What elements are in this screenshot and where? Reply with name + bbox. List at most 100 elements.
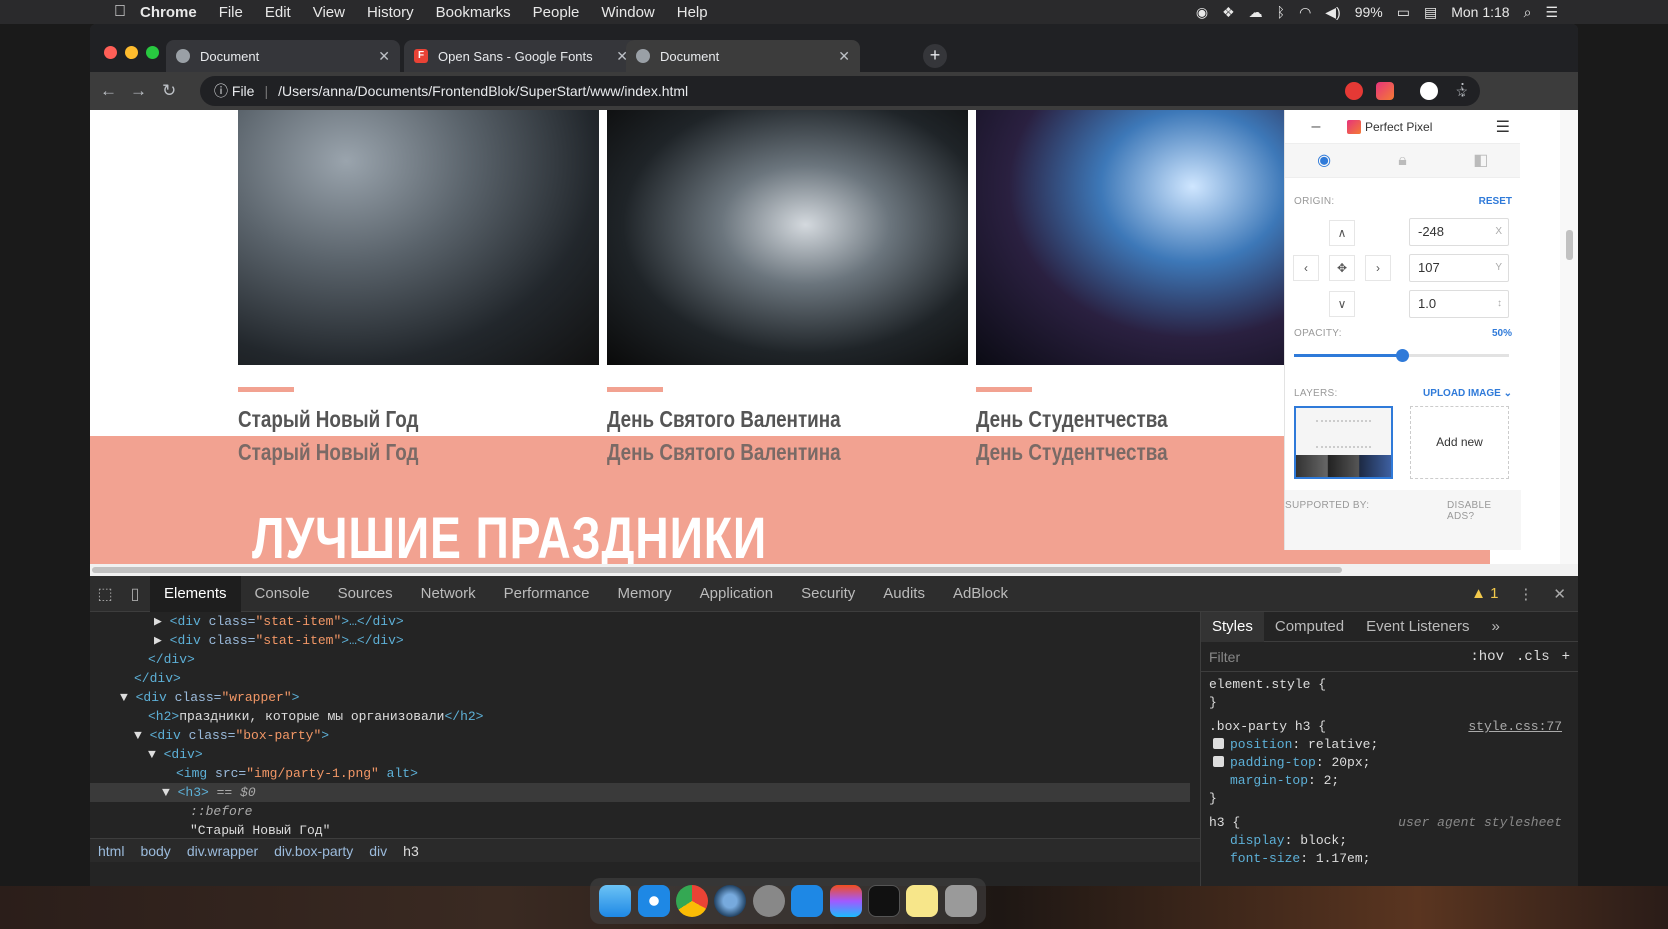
lock-icon[interactable]: 🔒︎: [1363, 144, 1441, 177]
chrome-icon[interactable]: [675, 885, 708, 917]
tab-document-active[interactable]: Document ✕: [626, 40, 860, 72]
add-new-layer-button[interactable]: Add new: [1410, 406, 1509, 479]
tab-console[interactable]: Console: [241, 576, 324, 612]
menu-view[interactable]: View: [313, 4, 345, 21]
more-options-icon[interactable]: ⋮: [1518, 585, 1533, 603]
crumb-div[interactable]: div: [369, 843, 387, 859]
address-bar[interactable]: ⓘ File | /Users/anna/Documents/FrontendB…: [200, 76, 1480, 106]
more-tabs-icon[interactable]: »: [1480, 612, 1510, 642]
flag-icon[interactable]: ▤: [1424, 4, 1437, 21]
dom-node-line[interactable]: ▼ <div class="wrapper">: [90, 688, 1190, 707]
wifi-icon[interactable]: ◠: [1299, 4, 1311, 21]
css-prop-padding-top[interactable]: padding-top: 20px;: [1209, 754, 1570, 772]
crumb-h3[interactable]: h3: [403, 843, 419, 859]
close-tab-icon[interactable]: ✕: [838, 48, 850, 65]
css-prop-position[interactable]: position: relative;: [1209, 736, 1570, 754]
profile-avatar[interactable]: [1420, 82, 1438, 100]
vscode-icon[interactable]: [791, 885, 824, 917]
dropbox-icon[interactable]: ❖: [1222, 4, 1235, 21]
opacity-slider[interactable]: [1294, 349, 1509, 362]
upload-image-link[interactable]: UPLOAD IMAGE ⌄: [1423, 388, 1512, 399]
dom-node-line[interactable]: ▶ <div class="stat-item">…</div>: [90, 631, 1190, 650]
crumb-html[interactable]: html: [98, 843, 124, 859]
back-icon[interactable]: ←: [100, 81, 117, 101]
tab-network[interactable]: Network: [407, 576, 490, 612]
dom-node-line[interactable]: "Старый Новый Год": [90, 821, 1190, 838]
tab-google-fonts[interactable]: F Open Sans - Google Fonts ✕: [404, 40, 638, 72]
menu-app[interactable]: Chrome: [140, 4, 197, 21]
tab-computed[interactable]: Computed: [1264, 612, 1355, 642]
vertical-scrollbar[interactable]: [1560, 110, 1578, 564]
invert-icon[interactable]: ◧: [1442, 144, 1520, 177]
checkbox-icon[interactable]: [1213, 738, 1224, 749]
tab-elements[interactable]: Elements: [150, 575, 241, 612]
record-icon[interactable]: ◉: [1196, 4, 1208, 21]
figma-icon[interactable]: [829, 885, 862, 917]
dom-node-line[interactable]: ▼ <div class="box-party">: [90, 726, 1190, 745]
dom-node-line[interactable]: <h2>праздники, которые мы организовали</…: [90, 707, 1190, 726]
move-right-button[interactable]: ›: [1365, 255, 1391, 281]
tab-event-listeners[interactable]: Event Listeners: [1355, 612, 1480, 642]
origin-y-field[interactable]: 107 Y: [1409, 254, 1509, 282]
terminal-icon[interactable]: [867, 885, 900, 917]
tab-audits[interactable]: Audits: [869, 576, 939, 612]
bluetooth-icon[interactable]: ᛒ: [1277, 4, 1285, 20]
styles-filter-input[interactable]: Filter: [1209, 649, 1240, 665]
tab-performance[interactable]: Performance: [490, 576, 604, 612]
reset-link[interactable]: RESET: [1479, 196, 1512, 207]
system-preferences-icon[interactable]: [752, 885, 785, 917]
crumb-div-box-party[interactable]: div.box-party: [274, 843, 353, 859]
chrome-canary-icon[interactable]: [714, 885, 747, 917]
move-up-button[interactable]: ∧: [1329, 220, 1355, 246]
tab-document-1[interactable]: Document ✕: [166, 40, 400, 72]
checkbox-icon[interactable]: [1213, 756, 1224, 767]
vertical-scrollbar-thumb[interactable]: [1566, 230, 1573, 260]
move-left-button[interactable]: ‹: [1293, 255, 1319, 281]
tab-application[interactable]: Application: [686, 576, 787, 612]
dom-node-line[interactable]: </div>: [90, 650, 1190, 669]
disable-ads-link[interactable]: DISABLE ADS?: [1447, 500, 1520, 522]
info-icon[interactable]: ⓘ: [214, 81, 232, 101]
notes-icon[interactable]: [906, 885, 939, 917]
adblock-extension-icon[interactable]: [1345, 82, 1363, 100]
tab-security[interactable]: Security: [787, 576, 869, 612]
horizontal-scrollbar-thumb[interactable]: [92, 567, 1342, 573]
move-down-button[interactable]: ∨: [1329, 291, 1355, 317]
menu-help[interactable]: Help: [677, 4, 708, 21]
crumb-body[interactable]: body: [140, 843, 170, 859]
trash-icon[interactable]: [944, 885, 977, 917]
menu-edit[interactable]: Edit: [265, 4, 291, 21]
close-devtools-icon[interactable]: ✕: [1553, 585, 1566, 603]
crumb-div-wrapper[interactable]: div.wrapper: [187, 843, 258, 859]
new-style-rule-icon[interactable]: +: [1562, 649, 1570, 665]
clock[interactable]: Mon 1:18: [1451, 4, 1509, 20]
menu-window[interactable]: Window: [601, 4, 654, 21]
horizontal-scrollbar[interactable]: [90, 564, 1578, 576]
dom-node-line[interactable]: ▶ <div class="stat-item">…</div>: [90, 612, 1190, 631]
tab-styles[interactable]: Styles: [1201, 611, 1264, 642]
css-prop-margin-top[interactable]: margin-top: 2;: [1209, 772, 1570, 790]
device-toolbar-icon[interactable]: ▯: [120, 584, 150, 604]
layer-thumbnail[interactable]: [1294, 406, 1393, 479]
scale-field[interactable]: 1.0 ↕: [1409, 290, 1509, 318]
inspect-element-icon[interactable]: ⬚: [90, 584, 120, 604]
rule-source-link[interactable]: style.css:77: [1468, 718, 1562, 736]
menu-file[interactable]: File: [219, 4, 243, 21]
close-window-button[interactable]: [104, 46, 117, 59]
zoom-window-button[interactable]: [146, 46, 159, 59]
opacity-slider-knob[interactable]: [1395, 349, 1409, 362]
reload-icon[interactable]: ↻: [162, 81, 176, 101]
battery-level[interactable]: 99%: [1355, 4, 1383, 20]
finder-icon[interactable]: [599, 885, 632, 917]
minimize-window-button[interactable]: [125, 46, 138, 59]
new-tab-button[interactable]: +: [923, 44, 947, 68]
menu-bookmarks[interactable]: Bookmarks: [436, 4, 511, 21]
pp-minimize-button[interactable]: –: [1285, 118, 1347, 136]
apple-icon[interactable]: : [100, 3, 140, 21]
warning-count[interactable]: ▲ 1: [1471, 585, 1498, 603]
dom-node-line[interactable]: <img src="img/party-1.png" alt>: [90, 764, 1190, 783]
dom-node-line[interactable]: </div>: [90, 669, 1190, 688]
tab-adblock[interactable]: AdBlock: [939, 576, 1022, 612]
forward-icon[interactable]: →: [130, 81, 147, 101]
menu-people[interactable]: People: [533, 4, 580, 21]
